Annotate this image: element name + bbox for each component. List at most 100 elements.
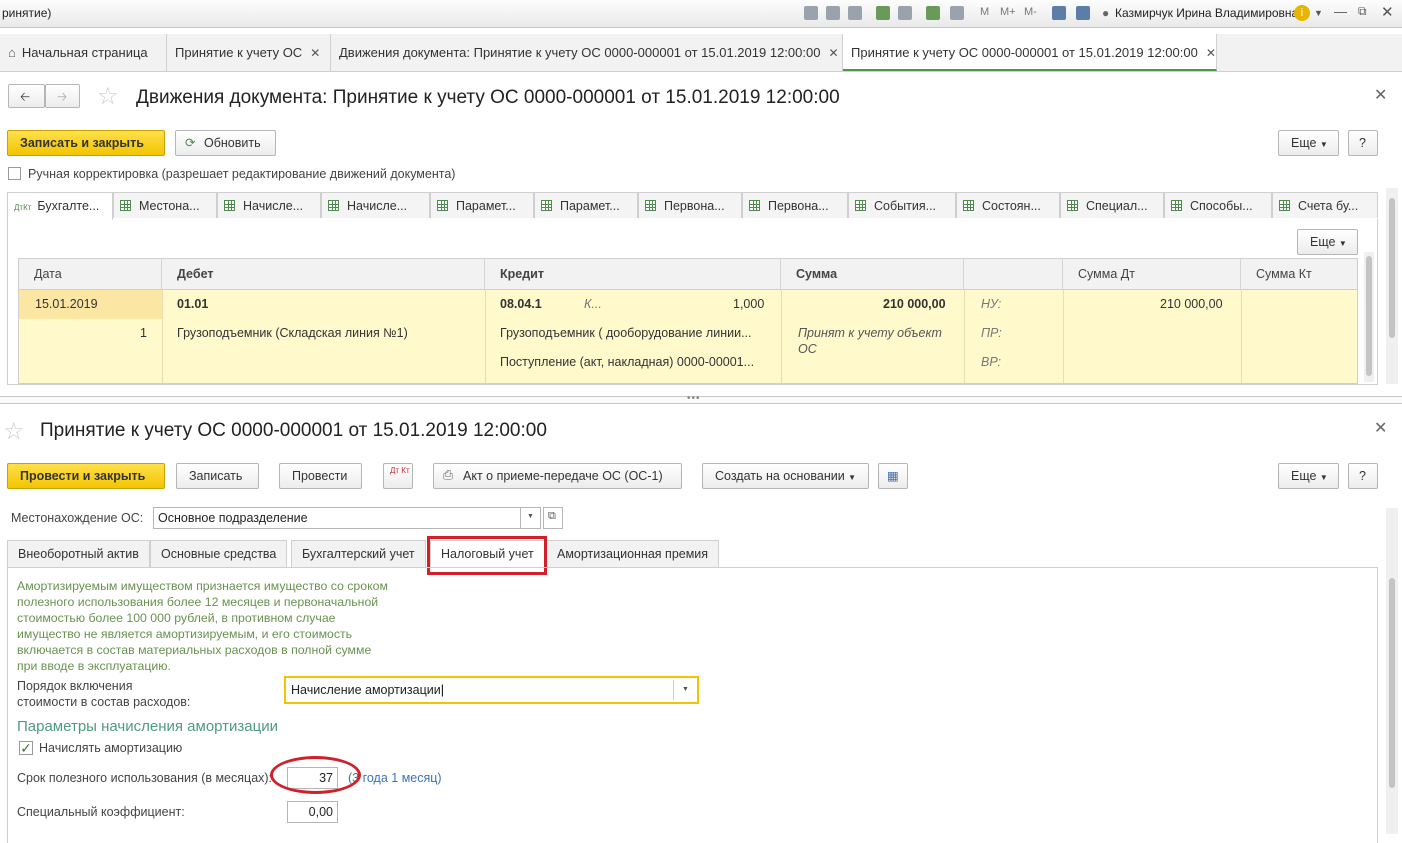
save-icon[interactable] [804, 6, 818, 20]
window-titlebar: ринятие) M M+ M- ● Казмирчук Ирина Влади… [0, 0, 1402, 28]
column-header-sum[interactable]: Сумма [781, 259, 964, 290]
column-header-blank[interactable] [964, 259, 1063, 290]
close-window-icon[interactable]: ✕ [1381, 3, 1394, 21]
zoom-icon[interactable] [1052, 6, 1066, 20]
tab-register-5[interactable]: Парамет... [430, 192, 534, 218]
column-header-sum-kt[interactable]: Сумма Кт [1241, 259, 1357, 290]
memory-minus-label[interactable]: M- [1024, 6, 1037, 18]
close-form-icon[interactable]: ✕ [1374, 418, 1387, 438]
tab-accounting[interactable]: Бухгалтерский учет [291, 540, 426, 568]
tab-register-accounting[interactable]: ДтКт Бухгалте... [7, 192, 113, 220]
open-location-button[interactable]: ⧉ [543, 507, 563, 529]
print-act-button[interactable]: ⎙ Акт о приеме-передаче ОС (ОС-1) [433, 463, 682, 489]
accounting-entries-table: Дата Дебет Кредит Сумма Сумма Дт Сумма К… [18, 258, 1358, 384]
panel-splitter[interactable]: ••• [0, 393, 1402, 404]
doc-help-button[interactable]: ? [1348, 463, 1378, 489]
entry-sum: 210 000,00 [883, 297, 946, 311]
close-tab-icon[interactable]: ✕ [310, 46, 320, 60]
column-header-sum-dt[interactable]: Сумма Дт [1063, 259, 1241, 290]
tab-register-11[interactable]: Специал... [1060, 192, 1164, 218]
tab-register-10[interactable]: Состоян... [956, 192, 1060, 218]
tab-home[interactable]: ⌂ Начальная страница [0, 34, 167, 71]
accrue-depreciation-checkbox[interactable]: ✓ [19, 741, 33, 755]
tab-document[interactable]: Принятие к учету ОС 0000-000001 от 15.01… [843, 34, 1217, 71]
grid-scrollbar[interactable] [1364, 252, 1374, 382]
table-row[interactable]: 15.01.2019 1 01.01 Грузоподъемник (Склад… [19, 290, 1357, 383]
location-input[interactable]: Основное подразделение [153, 507, 521, 529]
column-header-date[interactable]: Дата [19, 259, 162, 290]
tab-register-7[interactable]: Первона... [638, 192, 742, 218]
tab-register-8[interactable]: Первона... [742, 192, 848, 218]
scrollbar-thumb[interactable] [1389, 198, 1395, 338]
back-button[interactable]: 🡠 [8, 84, 45, 108]
print-icon[interactable] [826, 6, 840, 20]
location-dropdown-button[interactable]: ▼ [520, 507, 541, 529]
document-scrollbar[interactable] [1386, 508, 1398, 834]
favorite-star-icon[interactable]: ☆ [97, 82, 119, 111]
column-header-credit[interactable]: Кредит [485, 259, 781, 290]
mail-icon[interactable] [898, 6, 912, 20]
tab-register-13[interactable]: Счета бу... [1272, 192, 1378, 218]
create-based-on-button[interactable]: Создать на основании ▼ [702, 463, 869, 489]
tab-fixed-assets-list[interactable]: Принятие к учету ОС ✕ [167, 34, 331, 71]
memory-label[interactable]: M [980, 6, 989, 18]
scrollbar-thumb[interactable] [1366, 256, 1372, 376]
tab-register-6[interactable]: Парамет... [534, 192, 638, 218]
dt-kt-icon: ДтКт [14, 203, 32, 212]
tab-document-movements[interactable]: Движения документа: Принятие к учету ОС … [331, 34, 843, 71]
restore-icon[interactable]: ⧉ [1358, 4, 1367, 19]
save-button[interactable]: Записать [176, 463, 259, 489]
grid-more-button[interactable]: Еще ▼ [1297, 229, 1358, 255]
tab-non-current-asset[interactable]: Внеоборотный актив [7, 540, 150, 568]
tab-label: Принятие к учету ОС [175, 45, 303, 60]
forward-button[interactable]: 🡢 [45, 84, 80, 108]
dt-kt-report-button[interactable]: Дт Кт [383, 463, 413, 489]
memory-plus-label[interactable]: M+ [1000, 6, 1016, 18]
preview-icon[interactable] [848, 6, 862, 20]
calendar-icon[interactable] [950, 6, 964, 20]
post-and-close-button[interactable]: Провести и закрыть [7, 463, 165, 489]
credit-account: 08.04.1 [500, 297, 542, 311]
tab-register-2[interactable]: Местона... [113, 192, 217, 218]
favorite-star-icon[interactable]: ☆ [3, 417, 25, 446]
close-tab-icon[interactable]: ✕ [1206, 46, 1216, 60]
close-form-icon[interactable]: ✕ [1374, 85, 1387, 105]
tax-info-text: Амортизируемым имуществом признается иму… [17, 578, 388, 674]
home-icon: ⌂ [8, 45, 16, 60]
grip-icon[interactable]: ••• [687, 393, 701, 404]
expense-order-select[interactable]: Начисление амортизации| [284, 676, 699, 704]
panels-icon[interactable] [1076, 6, 1090, 20]
chevron-down-icon[interactable]: ▼ [682, 686, 689, 693]
table-icon [645, 200, 656, 211]
upload-icon[interactable] [876, 6, 890, 20]
calculator-icon[interactable] [926, 6, 940, 20]
minimize-icon[interactable]: — [1334, 4, 1347, 19]
manual-correction-checkbox[interactable] [8, 167, 21, 180]
movements-scrollbar[interactable] [1386, 188, 1398, 384]
special-coefficient-input[interactable]: 0,00 [287, 801, 338, 823]
table-icon [120, 200, 131, 211]
post-button[interactable]: Провести [279, 463, 362, 489]
help-button[interactable]: ? [1348, 130, 1378, 156]
tab-register-9[interactable]: События... [848, 192, 956, 218]
column-header-debit[interactable]: Дебет [162, 259, 485, 290]
tab-fixed-assets[interactable]: Основные средства [150, 540, 288, 568]
info-icon[interactable]: i [1294, 5, 1310, 21]
more-button[interactable]: Еще ▼ [1278, 130, 1339, 156]
chevron-down-icon[interactable]: ▼ [1314, 8, 1323, 18]
tab-depreciation-bonus[interactable]: Амортизационная премия [546, 540, 720, 568]
structure-button[interactable]: ▦ [878, 463, 908, 489]
useful-life-hint[interactable]: (3 года 1 месяц) [348, 771, 442, 785]
entry-content-line2: ОС [798, 342, 817, 356]
info-line: имущество не является амортизируемым, и … [17, 627, 353, 641]
refresh-button[interactable]: ⟳ Обновить [175, 130, 276, 156]
scrollbar-thumb[interactable] [1389, 578, 1395, 788]
close-tab-icon[interactable]: ✕ [828, 46, 838, 60]
user-name[interactable]: Казмирчук Ирина Владимировна [1115, 6, 1298, 20]
tab-register-3[interactable]: Начисле... [217, 192, 321, 218]
tab-register-12[interactable]: Способы... [1164, 192, 1272, 218]
doc-more-button[interactable]: Еще ▼ [1278, 463, 1339, 489]
tab-register-4[interactable]: Начисле... [321, 192, 430, 218]
tab-label: События... [874, 199, 937, 213]
save-and-close-button[interactable]: Записать и закрыть [7, 130, 165, 156]
